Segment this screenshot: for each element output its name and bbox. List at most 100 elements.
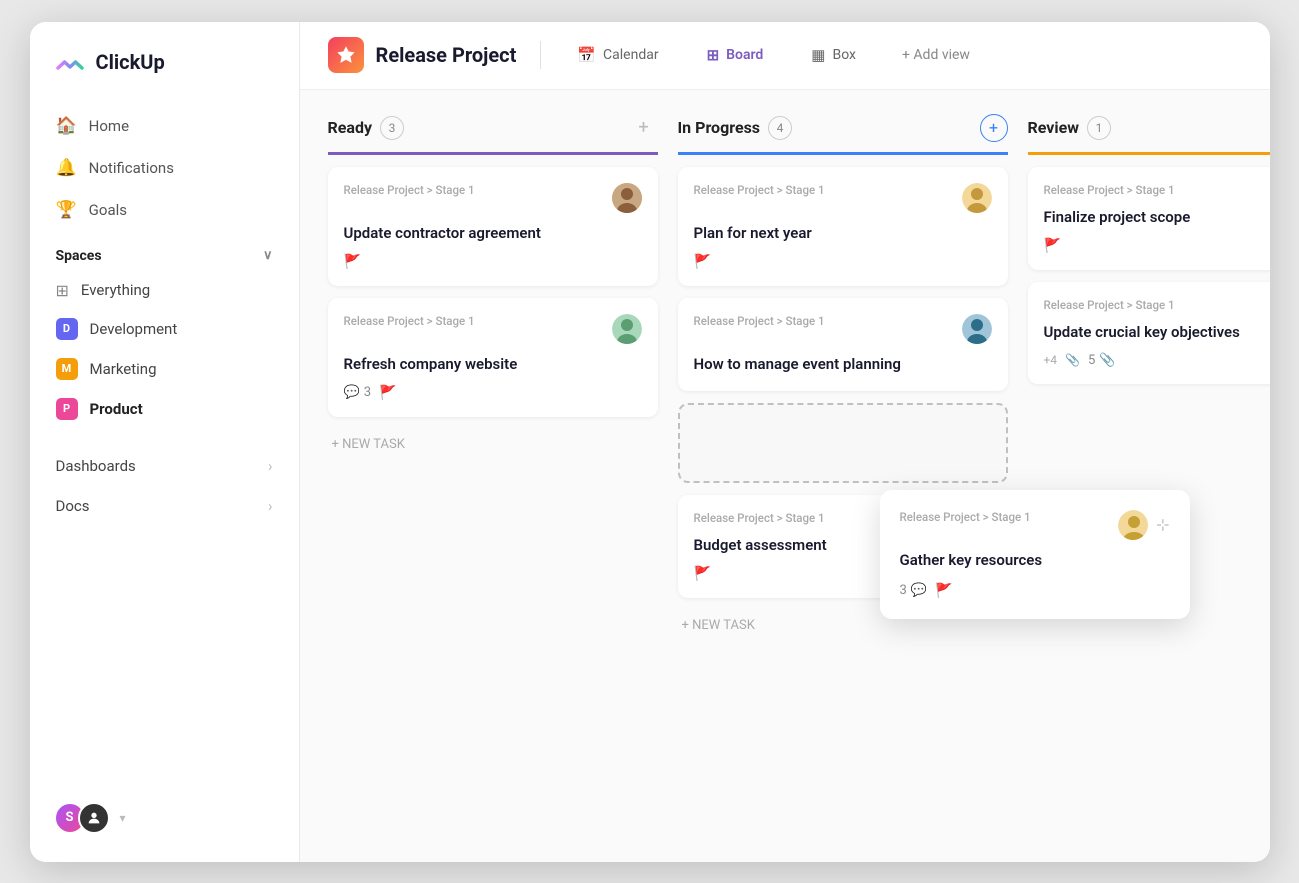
flag-icon: 🚩 <box>344 254 361 270</box>
marketing-badge: M <box>56 358 78 380</box>
task-card-dragging <box>678 403 1008 483</box>
spaces-chevron-icon[interactable]: ∨ <box>263 248 273 263</box>
task-card[interactable]: Release Project > Stage 1 Update contrac… <box>328 167 658 286</box>
drag-handle-icon: ⊹ <box>1156 515 1169 534</box>
floating-task-title: Gather key resources <box>900 550 1170 571</box>
task-card-header: Release Project > Stage 1 <box>1044 183 1270 197</box>
sidebar-logo: ClickUp <box>30 46 299 106</box>
task-card[interactable]: Release Project > Stage 1 Update crucial… <box>1028 282 1270 384</box>
task-title: How to manage event planning <box>694 354 992 375</box>
sidebar-item-goals[interactable]: 🏆 Goals <box>42 190 287 230</box>
task-footer: 🚩 <box>1044 238 1270 254</box>
everything-icon: ⊞ <box>56 281 69 300</box>
app-name: ClickUp <box>96 50 165 74</box>
column-header-ready: Ready 3 + <box>328 114 658 155</box>
column-ready: Ready 3 + Release Project > Stage 1 <box>328 114 658 460</box>
sidebar-item-docs[interactable]: Docs › <box>30 487 299 525</box>
task-card[interactable]: Release Project > Stage 1 Refresh compan… <box>328 298 658 417</box>
tab-board-label: Board <box>726 47 763 63</box>
review-title: Review <box>1028 118 1080 137</box>
flag-icon: 🚩 <box>694 566 711 582</box>
task-meta: Release Project > Stage 1 <box>694 314 825 328</box>
floating-flag-icon: 🚩 <box>935 583 952 599</box>
sidebar: ClickUp 🏠 Home 🔔 Notifications 🏆 Goals S… <box>30 22 300 862</box>
bell-icon: 🔔 <box>56 158 77 178</box>
in-progress-count: 4 <box>768 116 792 140</box>
task-footer: 🚩 <box>344 254 642 270</box>
app-container: ClickUp 🏠 Home 🔔 Notifications 🏆 Goals S… <box>30 22 1270 862</box>
task-card-header: Release Project > Stage 1 <box>344 314 642 344</box>
sidebar-item-home[interactable]: 🏠 Home <box>42 106 287 146</box>
in-progress-title: In Progress <box>678 118 761 137</box>
sidebar-item-marketing[interactable]: M Marketing <box>42 349 287 389</box>
in-progress-add-button[interactable]: + <box>980 114 1008 142</box>
task-meta: Release Project > Stage 1 <box>1044 298 1175 312</box>
sidebar-item-dashboards[interactable]: Dashboards › <box>30 447 299 485</box>
task-title: Refresh company website <box>344 354 642 375</box>
spaces-section: Spaces ∨ <box>30 230 299 272</box>
task-avatar <box>612 314 642 344</box>
dashboards-label: Dashboards <box>56 457 136 475</box>
board-area: Ready 3 + Release Project > Stage 1 <box>300 90 1270 862</box>
sidebar-item-everything[interactable]: ⊞ Everything <box>42 272 287 309</box>
comment-bubble-icon: 💬 <box>344 385 360 400</box>
ready-new-task-button[interactable]: + NEW TASK <box>328 429 658 460</box>
dashboards-chevron-icon: › <box>268 457 273 475</box>
docs-chevron-icon: › <box>268 497 273 515</box>
sidebar-item-notifications[interactable]: 🔔 Notifications <box>42 148 287 188</box>
new-task-label: + NEW TASK <box>682 618 755 633</box>
task-card[interactable]: Release Project > Stage 1 Finalize proje… <box>1028 167 1270 270</box>
sidebar-item-home-label: Home <box>89 117 129 135</box>
ready-title-group: Ready 3 <box>328 116 405 140</box>
user-dropdown-icon[interactable]: ▾ <box>120 811 126 825</box>
sidebar-item-marketing-label: Marketing <box>90 360 157 378</box>
tab-box[interactable]: ▦ Box <box>799 40 868 70</box>
project-name: Release Project <box>376 43 517 67</box>
task-meta: Release Project > Stage 1 <box>694 183 825 197</box>
plus-more: +4 <box>1044 353 1058 367</box>
sidebar-item-product[interactable]: P Product <box>42 389 287 429</box>
ready-add-button[interactable]: + <box>630 114 658 142</box>
project-title-area: Release Project <box>328 37 517 73</box>
goals-icon: 🏆 <box>56 200 77 220</box>
comment-number: 3 <box>900 583 907 598</box>
in-progress-title-group: In Progress 4 <box>678 116 793 140</box>
docs-label: Docs <box>56 497 90 515</box>
review-title-group: Review 1 <box>1028 116 1112 140</box>
task-card[interactable]: Release Project > Stage 1 How to manage … <box>678 298 1008 391</box>
board-icon: ⊞ <box>707 46 720 64</box>
task-meta: Release Project > Stage 1 <box>1044 183 1175 197</box>
avatar-dark <box>78 802 110 834</box>
attach-clip-icon: 📎 <box>1099 353 1115 368</box>
task-avatar <box>962 314 992 344</box>
box-icon: ▦ <box>811 46 825 64</box>
floating-card[interactable]: Release Project > Stage 1 ⊹ <box>880 490 1190 619</box>
task-footer: +4 📎 5 📎 <box>1044 353 1270 368</box>
task-card[interactable]: Release Project > Stage 1 Plan for next … <box>678 167 1008 286</box>
development-badge: D <box>56 318 78 340</box>
sidebar-item-goals-label: Goals <box>89 201 127 219</box>
task-title: Update crucial key objectives <box>1044 322 1270 343</box>
add-view-button[interactable]: + Add view <box>892 41 980 69</box>
comment-count: 💬 3 <box>344 385 372 400</box>
floating-task-meta: Release Project > Stage 1 <box>900 510 1031 524</box>
task-card-header: Release Project > Stage 1 <box>1044 298 1270 312</box>
tab-board[interactable]: ⊞ Board <box>695 40 776 70</box>
new-task-label: + NEW TASK <box>332 437 405 452</box>
sidebar-item-development[interactable]: D Development <box>42 309 287 349</box>
floating-avatar <box>1118 510 1148 540</box>
task-card-header: Release Project > Stage 1 <box>344 183 642 213</box>
floating-card-header: Release Project > Stage 1 ⊹ <box>900 510 1170 540</box>
column-header-in-progress: In Progress 4 + <box>678 114 1008 155</box>
user-area: S ▾ <box>30 790 299 846</box>
task-card-header: Release Project > Stage 1 <box>694 314 992 344</box>
column-review: Review 1 + Release Project > Stage 1 Fin… <box>1028 114 1270 384</box>
avatar-stack: S <box>54 802 110 834</box>
task-meta: Release Project > Stage 1 <box>344 183 475 197</box>
sidebar-item-product-label: Product <box>90 400 143 418</box>
flag-icon: 🚩 <box>1044 238 1061 254</box>
tab-calendar[interactable]: 📅 Calendar <box>565 40 670 70</box>
task-meta: Release Project > Stage 1 <box>694 511 825 525</box>
review-count: 1 <box>1087 116 1111 140</box>
sidebar-links: Dashboards › Docs › <box>30 445 299 527</box>
